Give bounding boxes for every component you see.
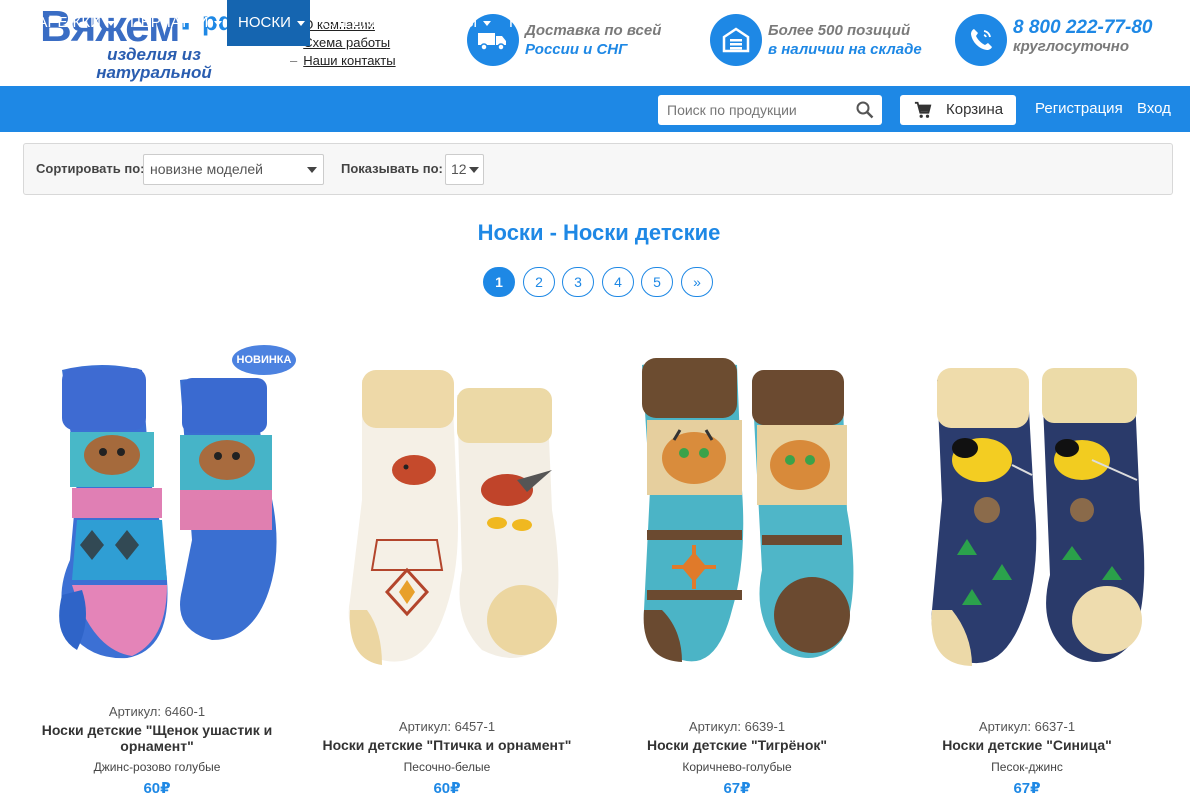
product-card[interactable]: Артикул: 6637-1 Носки детские "Синица" П…: [892, 340, 1162, 800]
product-article: Артикул: 6637-1: [978, 719, 1076, 734]
cart-label: Корзина: [946, 101, 1004, 118]
product-name[interactable]: Носки детские "Птичка и орнамент": [322, 737, 572, 753]
stock-line2: в наличии на складе: [768, 41, 922, 58]
chevron-down-icon: [296, 20, 305, 26]
product-card[interactable]: Артикул: 6457-1 Носки детские "Птичка и …: [312, 340, 582, 800]
warehouse-icon: [710, 14, 762, 66]
phone-number[interactable]: 8 800 222-77-80: [1013, 18, 1152, 37]
phone-note: круглосуточно: [1013, 38, 1130, 55]
product-name[interactable]: Носки детские "Синица": [902, 737, 1152, 753]
product-name[interactable]: Носки детские "Тигрёнок": [612, 737, 862, 753]
product-color: Джинс-розово голубые: [93, 760, 221, 774]
product-article: Артикул: 6457-1: [398, 719, 496, 734]
nav-item-custom-order[interactable]: НА ЗАКАЗ: [499, 0, 591, 46]
product-color: Песок-джинс: [991, 760, 1063, 774]
product-image[interactable]: [612, 340, 862, 690]
nav-item-mittens[interactable]: ВАРЕЖКИ: [18, 0, 125, 46]
product-image[interactable]: [32, 340, 282, 690]
product-article: Артикул: 6460-1: [108, 704, 206, 719]
search-icon[interactable]: [856, 101, 874, 119]
sort-select[interactable]: новизне моделей: [143, 154, 324, 185]
page-4[interactable]: 4: [602, 267, 634, 297]
register-link[interactable]: Регистрация: [1035, 86, 1123, 132]
page-3[interactable]: 3: [562, 267, 594, 297]
product-price: 60₽: [433, 780, 461, 797]
cart-button[interactable]: Корзина: [900, 95, 1016, 125]
dropdown-arrow-icon: [307, 167, 317, 173]
nav-item-gloves[interactable]: ПЕРЧАТКИ: [120, 0, 232, 46]
new-badge: НОВИНКА: [232, 345, 296, 375]
sort-panel: Сортировать по: новизне моделей Показыва…: [23, 143, 1173, 195]
product-article: Артикул: 6639-1: [688, 719, 786, 734]
login-link[interactable]: Вход: [1137, 86, 1171, 132]
product-price: 67₽: [723, 780, 751, 797]
cart-icon: [914, 101, 932, 118]
page-2[interactable]: 2: [523, 267, 555, 297]
page-next[interactable]: »: [681, 267, 713, 297]
product-card[interactable]: Артикул: 6639-1 Носки детские "Тигрёнок"…: [602, 340, 872, 800]
link-contacts[interactable]: – Наши контакты: [290, 52, 396, 70]
phone-icon[interactable]: [955, 14, 1007, 66]
search-box: [658, 95, 882, 125]
chevron-down-icon: [387, 20, 396, 26]
nav-item-knee-socks[interactable]: ГОЛЬФЫ: [404, 0, 501, 46]
show-label: Показывать по:: [341, 161, 443, 176]
page-1[interactable]: 1: [483, 267, 515, 297]
product-color: Песочно-белые: [403, 760, 491, 774]
product-price: 67₽: [1013, 780, 1041, 797]
product-image[interactable]: [322, 340, 572, 690]
nav-item-socks[interactable]: НОСКИ: [227, 0, 310, 46]
product-card[interactable]: НОВИНКА Артикул: 6460-1 Носки детские "Щ…: [22, 340, 296, 800]
product-price: 60₽: [143, 780, 171, 797]
product-color: Коричнево-голубые: [682, 760, 792, 774]
stock-line1: Более 500 позиций: [768, 22, 911, 39]
per-page-select[interactable]: 12: [445, 154, 484, 185]
chevron-down-icon: [483, 20, 492, 26]
dropdown-arrow-icon: [469, 167, 479, 173]
page-5[interactable]: 5: [641, 267, 673, 297]
search-input[interactable]: [658, 95, 848, 125]
page-title: Носки - Носки детские: [477, 220, 721, 245]
chevron-down-icon: [106, 20, 115, 26]
sort-label: Сортировать по:: [36, 161, 145, 176]
product-image[interactable]: [902, 340, 1152, 690]
nav-item-footies[interactable]: СЛЕДКИ: [312, 0, 406, 46]
product-name[interactable]: Носки детские "Щенок ушастик и орнамент": [32, 722, 282, 754]
chevron-down-icon: [214, 20, 223, 26]
